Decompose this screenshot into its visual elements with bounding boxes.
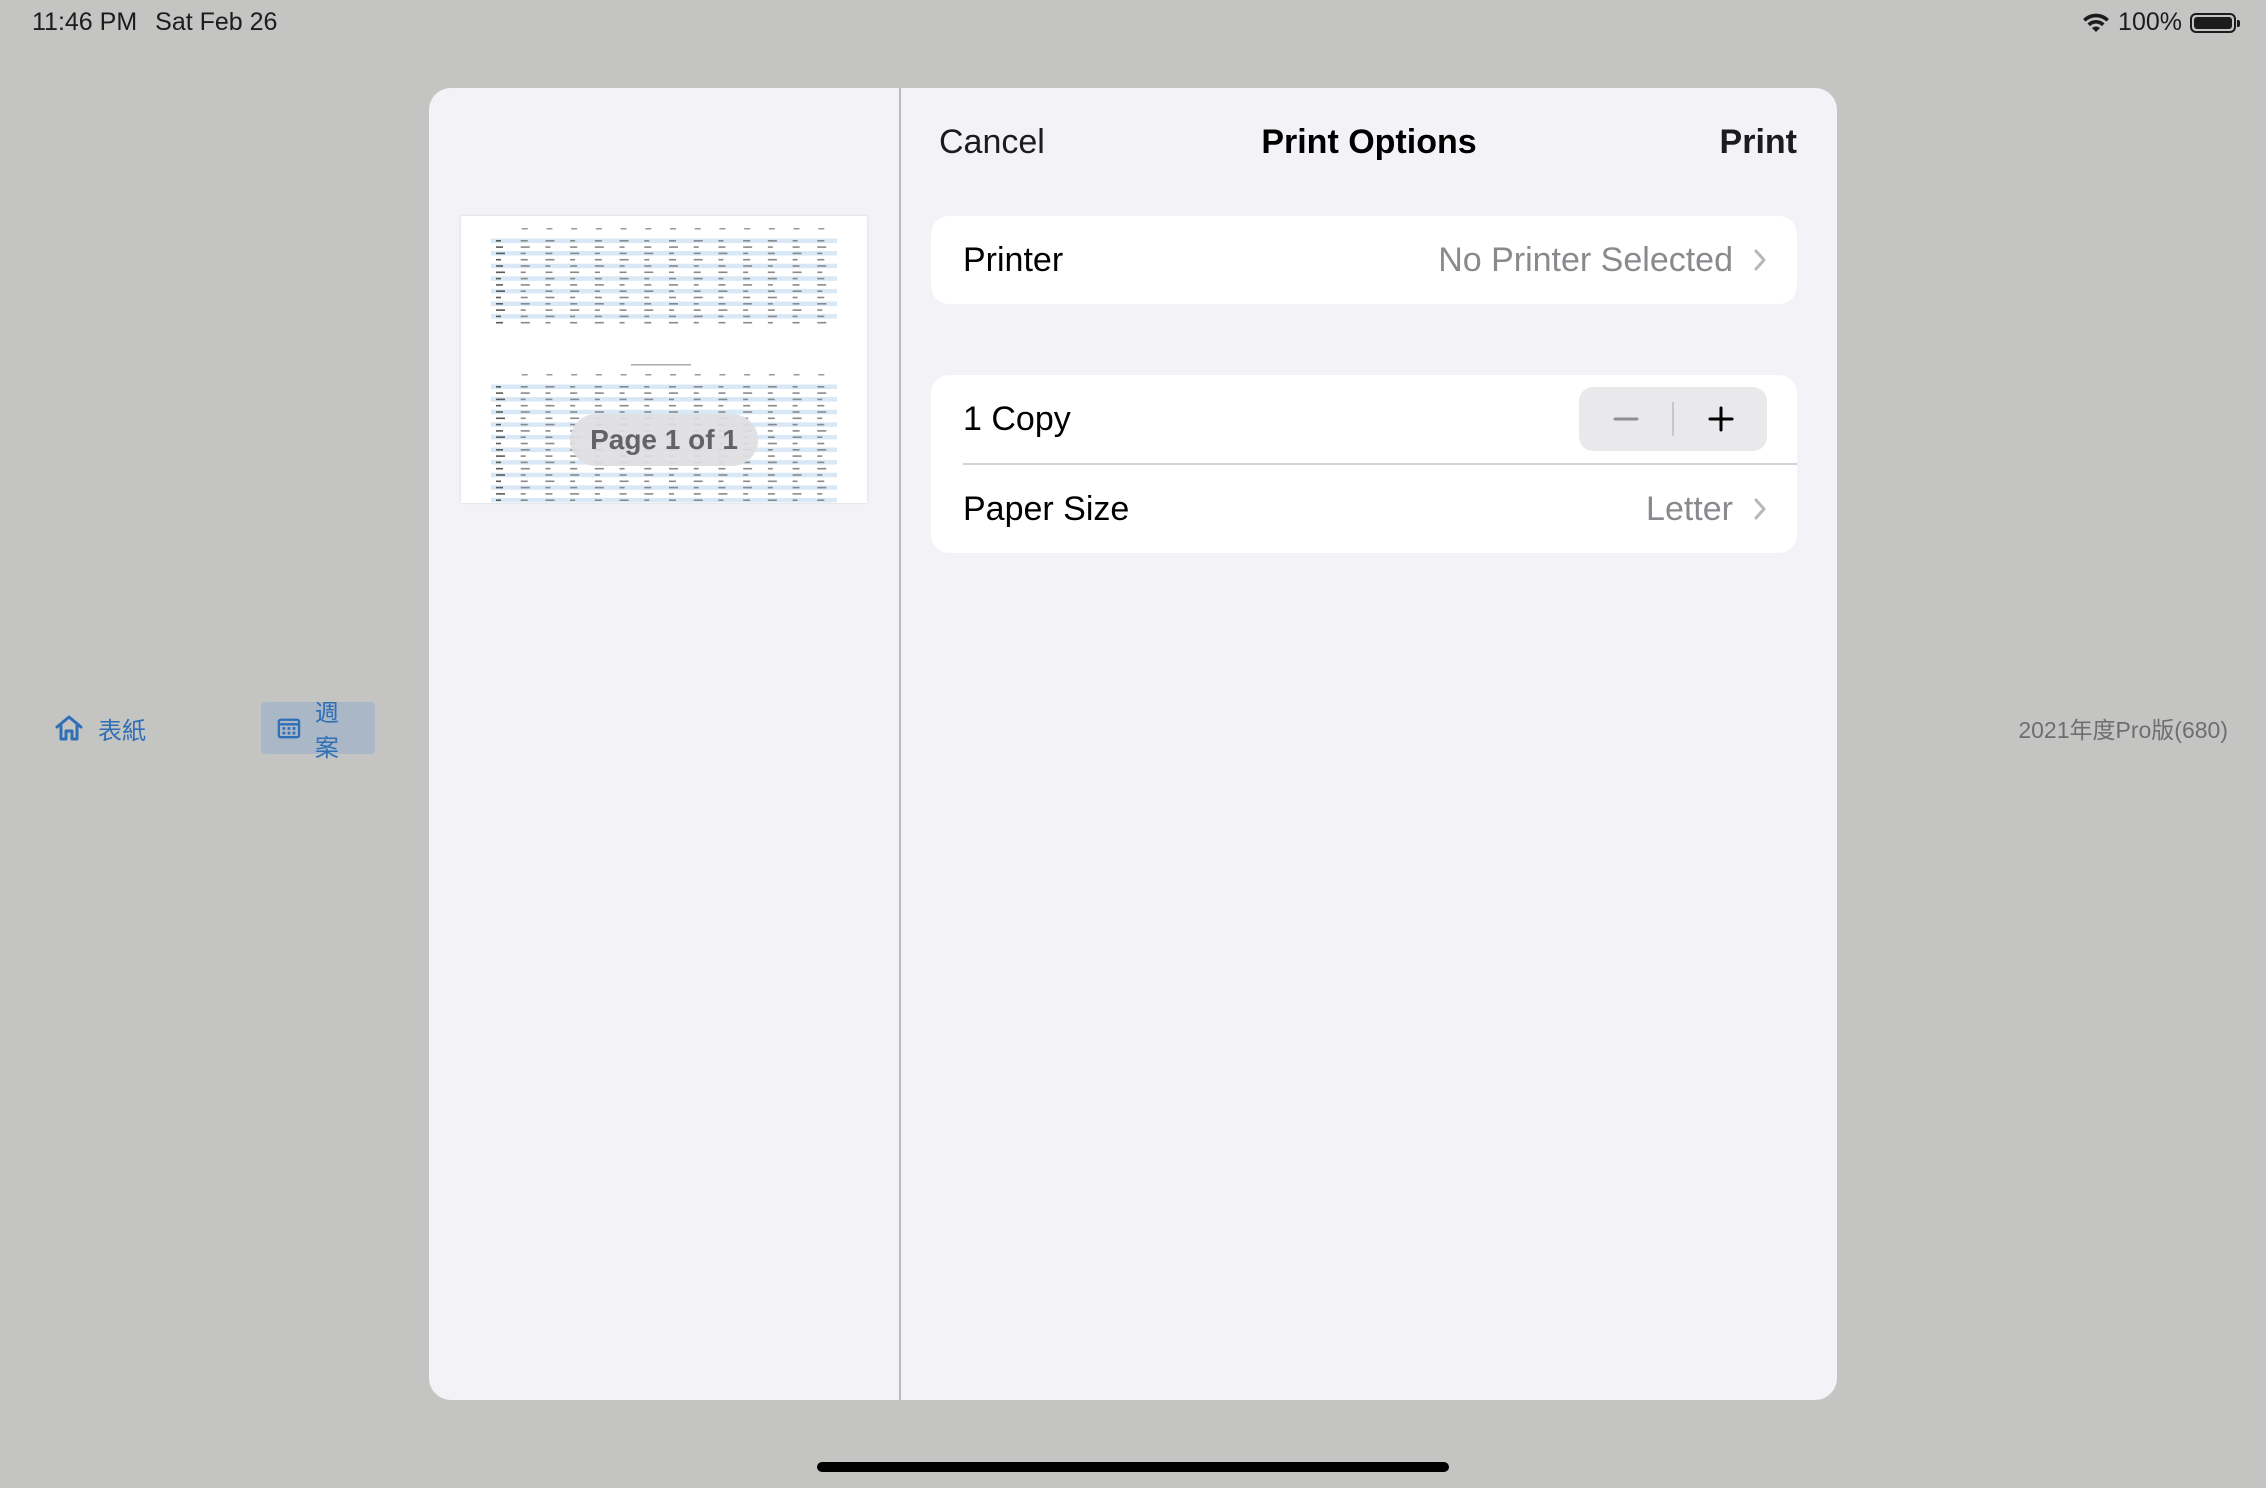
battery-percent: 100% [2118,8,2182,36]
printer-row[interactable]: Printer No Printer Selected [931,216,1797,304]
print-button[interactable]: Print [1720,123,1797,162]
copies-stepper[interactable] [1579,387,1767,451]
navigation-bar: Cancel Print Options Print [901,88,1837,200]
chevron-right-icon [1754,249,1766,271]
status-date: Sat Feb 26 [155,8,278,36]
tab-cover[interactable]: 表紙 [54,710,146,746]
battery-icon [2190,12,2240,33]
version-label: 2021年度Pro版(680) [2018,717,2228,743]
paper-size-value: Letter [1646,489,1733,528]
copies-paper-group: 1 Copy Paper Size Letter [931,375,1797,553]
dialog-title: Print Options [1261,123,1477,161]
status-indicators: 100% [2082,8,2240,37]
print-preview-pane: Page 1 of 1 [429,88,901,1400]
paper-size-label: Paper Size [963,489,1130,528]
battery-level [2194,16,2232,29]
status-time: 11:46 PM Sat Feb 26 [32,8,295,37]
home-indicator[interactable] [817,1462,1449,1472]
printer-label: Printer [963,240,1064,279]
wifi-icon [2083,13,2110,32]
printer-value: No Printer Selected [1438,240,1733,279]
tab-weekly-plan[interactable]: 週案 [261,700,375,762]
copies-row: 1 Copy [931,375,1797,463]
increment-copies-button[interactable] [1674,387,1767,451]
copies-label: 1 Copy [963,399,1071,438]
status-clock: 11:46 PM [32,8,138,36]
calendar-icon [277,718,301,739]
tab-cover-label: 表紙 [98,717,146,745]
paper-size-row[interactable]: Paper Size Letter [931,465,1797,553]
plus-icon [1708,406,1733,432]
tab-weekly-plan-label: 週案 [314,700,339,762]
chevron-right-icon [1754,498,1766,520]
print-options-sheet: Page 1 of 1 Cancel Print Options Print P… [429,88,1837,1400]
home-icon [55,715,83,741]
minus-icon [1613,417,1638,421]
page-preview-thumbnail[interactable]: Page 1 of 1 [461,216,867,503]
decrement-copies-button[interactable] [1579,387,1672,451]
page-indicator: Page 1 of 1 [570,414,758,466]
print-options-pane: Cancel Print Options Print Printer No Pr… [901,88,1837,1400]
printer-group: Printer No Printer Selected [931,216,1797,304]
